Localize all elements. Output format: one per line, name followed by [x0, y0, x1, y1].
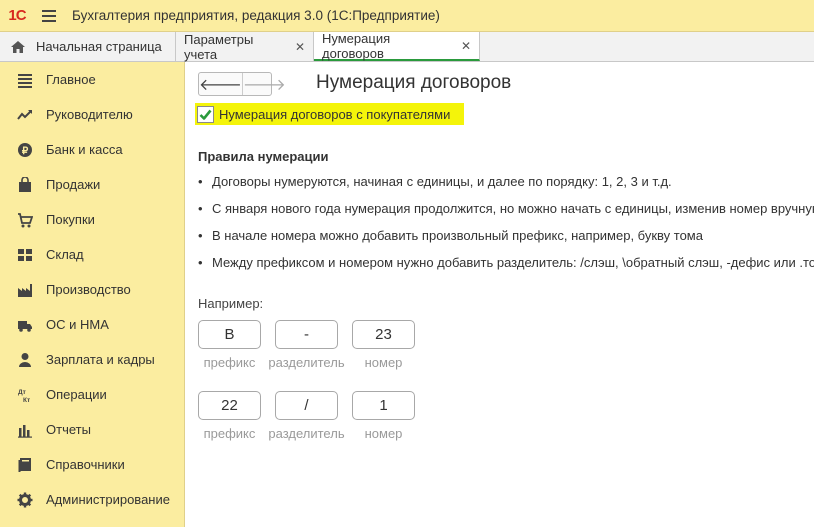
sidebar-item-label: ОС и НМА [46, 317, 109, 332]
tab-home[interactable]: Начальная страница [0, 32, 176, 61]
sidebar-item-label: Продажи [46, 177, 101, 192]
gear-icon [16, 492, 34, 508]
sidebar-item-warehouse[interactable]: Склад [0, 237, 184, 272]
example-separator-box: - [275, 320, 338, 349]
example-label: Например: [198, 296, 264, 311]
sidebar-item-label: Операции [46, 387, 107, 402]
close-icon[interactable]: ✕ [295, 40, 305, 54]
example-prefix-box: 22 [198, 391, 261, 420]
rule-text: Договоры нумеруются, начиная с единицы, … [212, 174, 672, 189]
tab-label: Нумерация договоров [322, 30, 391, 61]
numbering-checkbox[interactable] [197, 105, 214, 123]
sidebar-item-operations[interactable]: Дт Кт Операции [0, 377, 184, 412]
sidebar-item-reports[interactable]: Отчеты [0, 412, 184, 447]
sidebar-item-label: Главное [46, 72, 96, 87]
rule-text: Между префиксом и номером нужно добавить… [212, 255, 814, 270]
cart-icon [16, 212, 34, 228]
warehouse-icon [16, 247, 34, 263]
prefix-caption: префикс [203, 355, 256, 370]
rules-list: • Договоры нумеруются, начиная с единицы,… [198, 168, 814, 276]
back-arrow-icon[interactable]: 🡐 [199, 73, 242, 95]
title-bar: 1С Бухгалтерия предприятия, редакция 3.0… [0, 0, 814, 32]
rule-text: В начале номера можно добавить произволь… [212, 228, 703, 243]
list-icon [16, 72, 34, 88]
trend-icon [16, 107, 34, 123]
checkmark-icon [199, 109, 212, 120]
sidebar-item-label: Покупки [46, 212, 95, 227]
sidebar-item-label: Отчеты [46, 422, 91, 437]
sidebar-item-sales[interactable]: Продажи [0, 167, 184, 202]
sidebar-item-label: Производство [46, 282, 131, 297]
page-title: Нумерация договоров [316, 72, 512, 93]
person-icon [16, 352, 34, 368]
rules-heading: Правила нумерации [198, 149, 329, 164]
factory-icon [16, 282, 34, 298]
rule-text: С января нового года нумерация продолжит… [212, 201, 814, 216]
coin-icon: ₽ [16, 142, 34, 158]
example-separator-box: / [275, 391, 338, 420]
svg-text:Дт: Дт [18, 389, 26, 396]
example-row: 22 префикс / разделитель 1 номер [198, 391, 415, 441]
separator-caption: разделитель [268, 426, 345, 441]
sidebar-item-label: Банк и касса [46, 142, 123, 157]
sidebar-item-purchases[interactable]: Покупки [0, 202, 184, 237]
hamburger-menu-icon[interactable] [38, 0, 60, 32]
example-row: В префикс - разделитель 23 номер [198, 320, 415, 370]
window-title: Бухгалтерия предприятия, редакция 3.0 (1… [72, 8, 440, 23]
list-item: • С января нового года нумерация продолжи… [198, 195, 814, 222]
main-content: 🡐 🡒 Нумерация договоров Нумерация догово… [186, 62, 814, 527]
list-item: • В начале номера можно добавить произвол… [198, 228, 703, 243]
sidebar-item-label: Руководителю [46, 107, 133, 122]
example-number-box: 23 [352, 320, 415, 349]
book-icon [16, 457, 34, 473]
dt-kt-icon: Дт Кт [16, 387, 34, 403]
sidebar-item-production[interactable]: Производство [0, 272, 184, 307]
svg-text:₽: ₽ [22, 146, 29, 157]
number-caption: номер [364, 355, 403, 370]
separator-caption: разделитель [268, 355, 345, 370]
truck-icon [16, 317, 34, 333]
close-icon[interactable]: ✕ [461, 39, 471, 53]
tab-accounting-parameters[interactable]: Параметры учета ✕ [176, 31, 314, 62]
home-icon [11, 40, 25, 53]
sidebar-item-bank[interactable]: ₽ Банк и касса [0, 132, 184, 167]
sidebar-item-label: Администрирование [46, 492, 170, 507]
tab-label: Начальная страница [36, 39, 162, 54]
bar-chart-icon [16, 422, 34, 438]
tab-label: Параметры учета [184, 31, 254, 62]
tab-contract-numbering[interactable]: Нумерация договоров ✕ [314, 30, 480, 61]
sidebar-item-label: Склад [46, 247, 84, 262]
sidebar-item-manager[interactable]: Руководителю [0, 97, 184, 132]
sidebar-item-fixed-assets[interactable]: ОС и НМА [0, 307, 184, 342]
svg-text:Кт: Кт [23, 397, 30, 403]
sidebar-item-salary[interactable]: Зарплата и кадры [0, 342, 184, 377]
bag-icon [16, 176, 34, 193]
list-item: • Договоры нумеруются, начиная с единицы,… [198, 174, 672, 189]
sidebar-item-label: Зарплата и кадры [46, 352, 155, 367]
checkbox-label[interactable]: Нумерация договоров с покупателями [219, 107, 450, 122]
numbering-checkbox-row[interactable]: Нумерация договоров с покупателями [195, 103, 465, 125]
navigation-buttons: 🡐 🡒 [198, 72, 286, 96]
sidebar-item-directories[interactable]: Справочники [0, 447, 184, 482]
sidebar: Главное Руководителю ₽ Банк и касса Прод… [0, 62, 185, 527]
list-item: • Между префиксом и номером нужно добавит… [198, 249, 814, 276]
sidebar-item-main[interactable]: Главное [0, 62, 184, 97]
example-prefix-box: В [198, 320, 261, 349]
sidebar-item-administration[interactable]: Администрирование [0, 482, 184, 517]
tab-bar: Начальная страница Параметры учета ✕ Нум… [0, 30, 814, 62]
forward-arrow-icon[interactable]: 🡒 [241, 73, 286, 95]
prefix-caption: префикс [203, 426, 256, 441]
sidebar-item-label: Справочники [46, 457, 125, 472]
example-number-box: 1 [352, 391, 415, 420]
app-logo[interactable]: 1С [0, 0, 34, 32]
number-caption: номер [364, 426, 403, 441]
